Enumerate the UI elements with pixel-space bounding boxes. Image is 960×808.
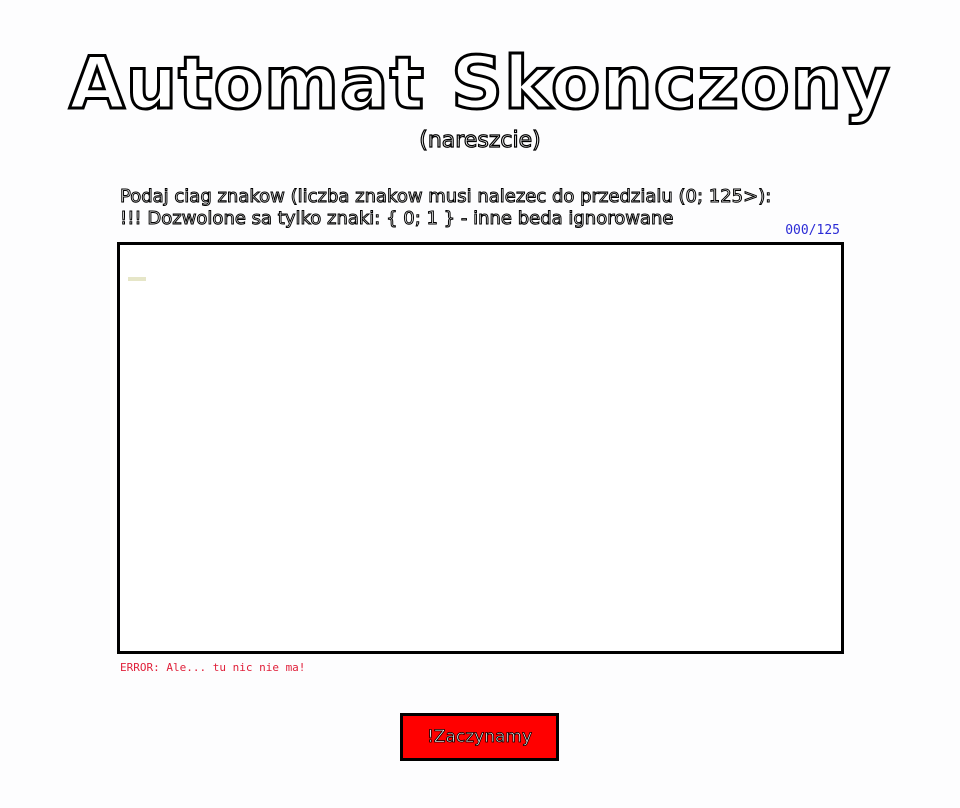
char-counter: 000/125 <box>785 223 840 238</box>
instruction-length: Podaj ciag znakow (liczba znakow musi na… <box>120 186 772 208</box>
error-message: ERROR: Ale... tu nic nie ma! <box>120 661 306 674</box>
page-title: Automat Skonczony <box>68 40 892 127</box>
input-container <box>117 242 844 654</box>
text-cursor-highlight <box>128 277 146 281</box>
page-subtitle: (nareszcie) <box>419 127 542 153</box>
page: Automat Skonczony (nareszcie) Podaj ciag… <box>0 0 960 808</box>
instructions: Podaj ciag znakow (liczba znakow musi na… <box>120 186 850 230</box>
instruction-allowed-chars: !!! Dozwolone sa tylko znaki: { 0; 1 } -… <box>120 208 674 230</box>
start-button[interactable]: !Zaczynamy <box>400 713 559 761</box>
sequence-input[interactable] <box>120 245 841 651</box>
